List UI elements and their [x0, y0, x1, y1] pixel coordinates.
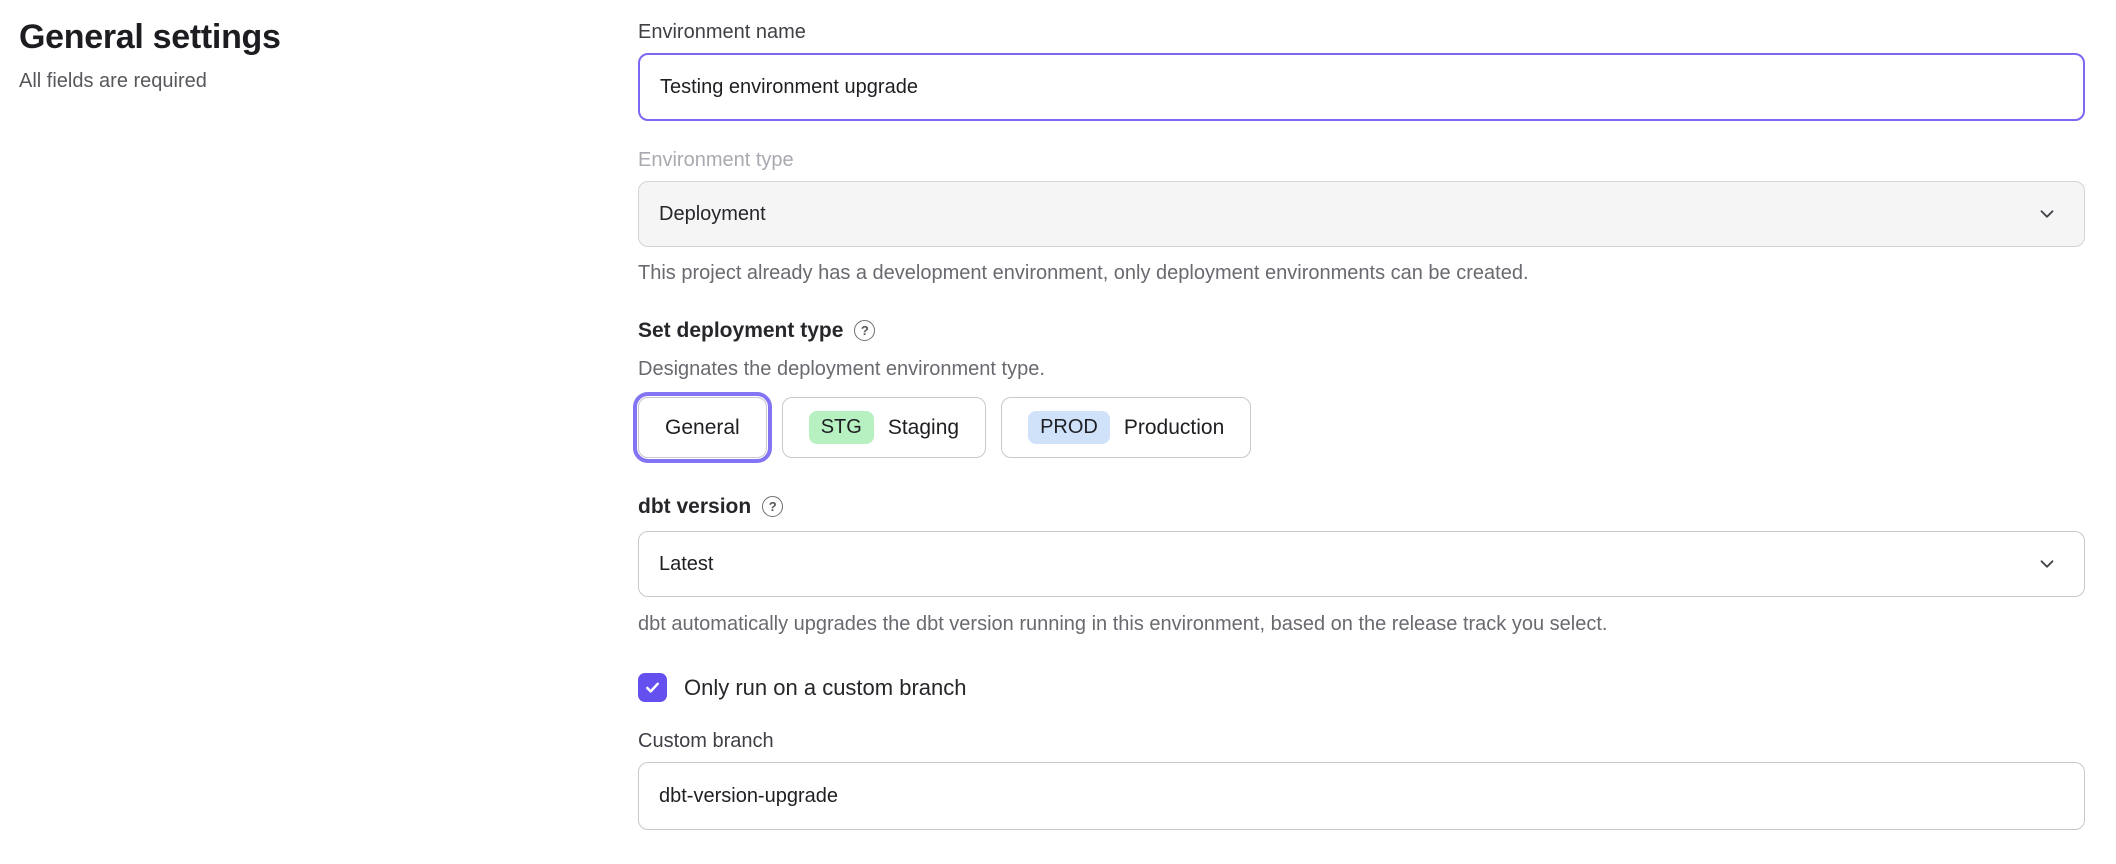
environment-type-value: Deployment — [659, 203, 766, 226]
deployment-type-general-button[interactable]: General — [638, 397, 767, 458]
custom-branch-input[interactable] — [638, 762, 2085, 830]
deployment-type-label: Set deployment type — [638, 318, 843, 343]
dbt-version-label: dbt version — [638, 494, 751, 519]
chevron-down-icon — [2036, 203, 2058, 225]
deployment-type-production-label: Production — [1124, 416, 1224, 440]
deployment-type-staging-button[interactable]: STG Staging — [782, 397, 986, 458]
environment-type-select: Deployment — [638, 181, 2085, 247]
environment-settings-form: Environment name Environment type Deploy… — [638, 20, 2085, 830]
deployment-type-general-label: General — [665, 416, 740, 440]
dbt-version-group: dbt version ? Latest dbt automatically u… — [638, 494, 2085, 636]
custom-branch-label: Custom branch — [638, 729, 2085, 753]
custom-branch-checkbox-row[interactable]: Only run on a custom branch — [638, 673, 2085, 702]
dbt-version-select[interactable]: Latest — [638, 531, 2085, 597]
custom-branch-checkbox[interactable] — [638, 673, 667, 702]
dbt-version-value: Latest — [659, 553, 713, 576]
deployment-type-group: Set deployment type ? Designates the dep… — [638, 318, 2085, 458]
page-title: General settings — [19, 18, 579, 57]
custom-branch-group: Custom branch — [638, 729, 2085, 830]
deployment-type-staging-label: Staging — [888, 416, 959, 440]
environment-name-label: Environment name — [638, 20, 2085, 44]
environment-type-label: Environment type — [638, 148, 2085, 172]
environment-type-group: Environment type Deployment This project… — [638, 148, 2085, 285]
environment-name-input[interactable] — [638, 53, 2085, 121]
deployment-type-helper: Designates the deployment environment ty… — [638, 357, 2085, 381]
checkmark-icon — [643, 678, 662, 697]
custom-branch-checkbox-label: Only run on a custom branch — [684, 673, 966, 702]
page-subtitle: All fields are required — [19, 70, 579, 93]
deployment-type-production-button[interactable]: PROD Production — [1001, 397, 1251, 458]
chevron-down-icon — [2036, 553, 2058, 575]
production-badge: PROD — [1028, 411, 1110, 444]
environment-type-helper: This project already has a development e… — [638, 261, 2085, 285]
dbt-version-label-row: dbt version ? — [638, 494, 2085, 519]
deployment-type-options: General STG Staging PROD Production — [638, 397, 2085, 458]
dbt-version-helper: dbt automatically upgrades the dbt versi… — [638, 612, 2085, 636]
deployment-type-label-row: Set deployment type ? — [638, 318, 2085, 343]
help-icon[interactable]: ? — [854, 320, 875, 341]
settings-header: General settings All fields are required — [19, 18, 579, 93]
staging-badge: STG — [809, 411, 874, 444]
help-icon[interactable]: ? — [762, 496, 783, 517]
environment-name-group: Environment name — [638, 20, 2085, 121]
